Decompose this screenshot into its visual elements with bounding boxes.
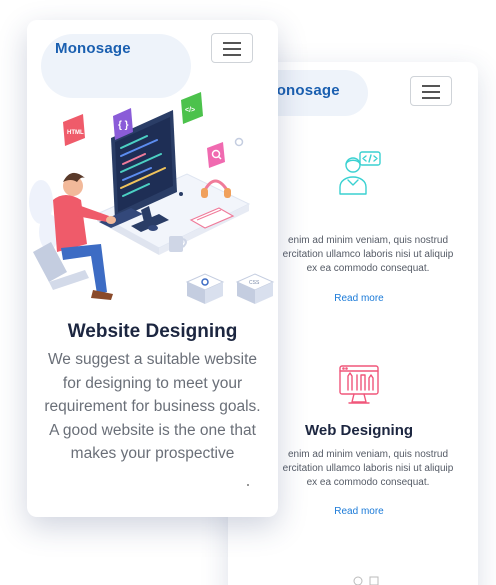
hamburger-icon — [422, 85, 440, 87]
desc-line: makes your prospective — [70, 445, 235, 462]
desc-line: ex ea commodo consequat. — [306, 477, 430, 488]
desc-line: ercitation ullamco laboris nisi ut aliqu… — [282, 463, 454, 474]
desc-line: ex ea commodo consequat. — [306, 263, 430, 274]
developer-workstation-illustration: HTML { } </> CSS — [27, 82, 278, 314]
search-badge-icon — [207, 142, 225, 168]
desc-line: A good website is the one that — [49, 421, 256, 439]
desc-line: for designing to meet your — [62, 374, 243, 392]
hamburger-icon — [223, 48, 241, 50]
html-badge-icon: HTML — [63, 114, 85, 146]
hamburger-icon — [223, 54, 241, 56]
developer-user-icon — [336, 150, 382, 196]
feature-description: enim ad minim veniam, quis nostrud ercit… — [248, 234, 478, 276]
front-phone-screen: Monosage HTML {} </> CSS Website Design… — [27, 20, 278, 517]
scroll-indicator-dot — [247, 484, 249, 486]
desc-line: enim ad minim veniam, quis nostrud — [287, 235, 449, 246]
hamburger-icon — [422, 97, 440, 99]
svg-text:</>: </> — [185, 107, 195, 114]
svg-text:CSS: CSS — [249, 280, 260, 286]
desc-line: requirement for business goals. — [44, 398, 261, 415]
code-tag-icon: </> — [181, 92, 203, 124]
desc-line: We suggest a suitable website — [47, 351, 258, 368]
feature-title: Website Designing — [67, 321, 238, 342]
partial-icons-row — [350, 572, 390, 585]
menu-toggle-button[interactable] — [211, 33, 253, 63]
feature-description: enim ad minim veniam, quis nostrud ercit… — [248, 448, 478, 490]
svg-text:{ }: { } — [118, 120, 129, 131]
css-box-icon: CSS — [235, 273, 275, 304]
monitor-tools-icon — [336, 362, 382, 408]
hamburger-icon — [422, 91, 440, 93]
menu-toggle-button[interactable] — [410, 76, 452, 106]
feature-description: We suggest a suitable website for design… — [35, 348, 270, 466]
desc-line: enim ad minim veniam, quis nostrud — [287, 449, 449, 460]
hamburger-icon — [223, 42, 241, 44]
svg-text:HTML: HTML — [67, 130, 84, 136]
desc-line: ercitation ullamco laboris nisi ut aliqu… — [282, 249, 454, 260]
brand-logo[interactable]: Monosage — [55, 40, 131, 57]
settings-box-icon — [185, 273, 225, 304]
